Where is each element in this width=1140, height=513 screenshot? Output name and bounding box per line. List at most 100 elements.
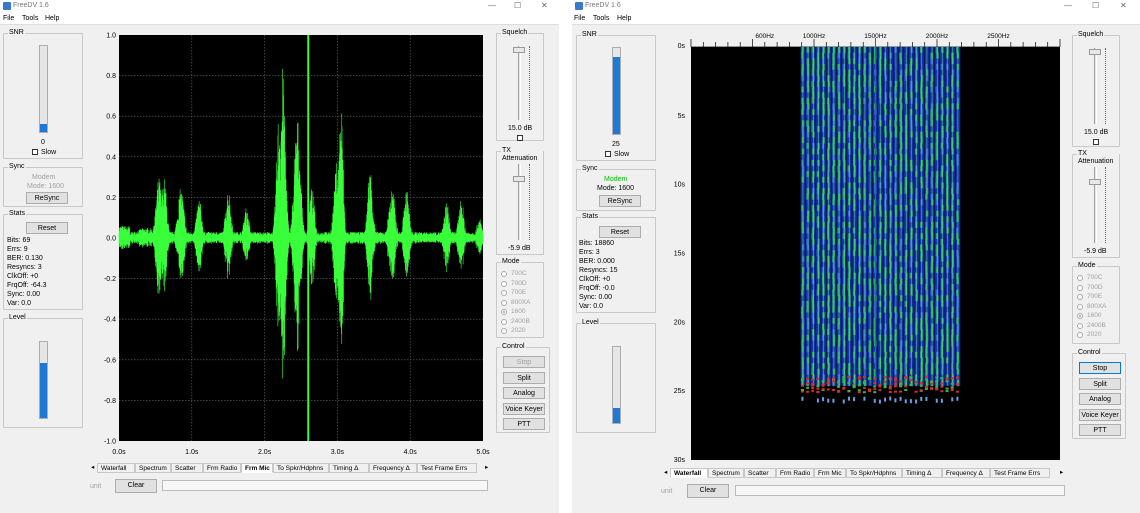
squelch-checkbox[interactable] xyxy=(1093,139,1099,145)
carrier-cell xyxy=(920,114,923,121)
snr-slow-checkbox[interactable] xyxy=(605,151,611,157)
text-entry-field[interactable] xyxy=(162,480,488,491)
menu-tools[interactable]: Tools xyxy=(593,15,609,22)
minimize-icon[interactable]: — xyxy=(1064,1,1072,10)
resync-button[interactable]: ReSync xyxy=(26,192,68,204)
carrier-cell xyxy=(821,52,825,59)
stop-button[interactable]: Stop xyxy=(1079,362,1121,374)
clear-button[interactable]: Clear xyxy=(115,479,157,493)
text-entry-field[interactable] xyxy=(735,485,1065,496)
tab-scatter[interactable]: Scatter xyxy=(171,463,203,473)
tab-waterfall[interactable]: Waterfall xyxy=(670,468,708,478)
tab-scroll-right-icon[interactable]: ▸ xyxy=(482,463,492,473)
tab-to-spkr-hdphns[interactable]: To Spkr/Hdphns xyxy=(273,463,329,473)
carrier-cell xyxy=(842,114,845,121)
mode-radio-700c[interactable] xyxy=(1077,275,1083,281)
tab-timing[interactable]: Timing Δ xyxy=(329,463,369,473)
squelch-group: Squelch 15.0 dB xyxy=(496,29,544,141)
voice-keyer-button[interactable]: Voice Keyer xyxy=(503,402,545,415)
tx-atten-slider[interactable] xyxy=(1089,179,1101,185)
maximize-icon[interactable]: ☐ xyxy=(514,1,521,10)
carrier-cell xyxy=(894,306,897,313)
resync-button[interactable]: ReSync xyxy=(599,195,641,207)
tab-frequency[interactable]: Frequency Δ xyxy=(942,468,990,478)
tab-frm-mic[interactable]: Frm Mic xyxy=(814,468,846,478)
mode-radio-2020[interactable] xyxy=(501,328,507,334)
clear-button[interactable]: Clear xyxy=(687,484,729,498)
menu-tools[interactable]: Tools xyxy=(22,15,38,22)
mode-radio-800xa[interactable] xyxy=(501,299,507,306)
tab-spectrum[interactable]: Spectrum xyxy=(708,468,744,478)
analog-button[interactable]: Analog xyxy=(503,387,545,399)
carrier-cell xyxy=(904,52,907,59)
mode-radio-700e[interactable] xyxy=(1077,294,1083,300)
menu-file[interactable]: File xyxy=(3,15,14,22)
carrier-cell xyxy=(806,284,809,291)
carrier-cell xyxy=(925,182,928,189)
carrier-cell xyxy=(811,47,815,54)
analog-button[interactable]: Analog xyxy=(1079,393,1121,405)
stop-button[interactable]: Stop xyxy=(503,356,545,368)
carrier-cell xyxy=(951,52,954,59)
mode-radio-700c[interactable] xyxy=(501,271,507,277)
split-button[interactable]: Split xyxy=(1079,377,1121,390)
carrier-cell xyxy=(868,255,871,262)
carrier-cell xyxy=(832,176,835,183)
snr-slow-checkbox[interactable] xyxy=(32,149,38,155)
tab-spectrum[interactable]: Spectrum xyxy=(135,463,171,473)
squelch-slider[interactable] xyxy=(1089,49,1101,55)
carrier-cell xyxy=(852,52,856,59)
tab-waterfall[interactable]: Waterfall xyxy=(97,463,135,473)
carrier-cell xyxy=(811,357,815,364)
minimize-icon[interactable]: — xyxy=(488,1,496,10)
mode-radio-700e[interactable] xyxy=(501,290,507,296)
menu-help[interactable]: Help xyxy=(45,15,59,22)
tab-test-frame-errs[interactable]: Test Frame Errs xyxy=(417,463,477,473)
mode-radio-1600[interactable] xyxy=(501,309,507,315)
mode-label-700d: 700D xyxy=(511,279,527,287)
carrier-cell xyxy=(821,114,825,121)
mode-radio-700d[interactable] xyxy=(501,280,507,287)
edge-fleck xyxy=(893,377,897,380)
reset-button[interactable]: Reset xyxy=(26,222,68,234)
mode-radio-2020[interactable] xyxy=(1077,332,1083,338)
voice-keyer-button[interactable]: Voice Keyer xyxy=(1079,408,1121,421)
tab-frequency[interactable]: Frequency Δ xyxy=(369,463,417,473)
tab-test-frame-errs[interactable]: Test Frame Errs xyxy=(990,468,1050,478)
tab-scroll-left-icon[interactable]: ◂ xyxy=(88,463,98,473)
tab-frm-radio[interactable]: Frm Radio xyxy=(203,463,241,473)
carrier-cell xyxy=(951,312,954,319)
edge-fleck xyxy=(800,389,804,392)
menu-help[interactable]: Help xyxy=(617,15,631,22)
carrier-cell xyxy=(811,114,814,121)
mode-radio-1600[interactable] xyxy=(1077,313,1083,319)
edge-fleck xyxy=(919,384,923,387)
menu-file[interactable]: File xyxy=(574,15,585,22)
mode-radio-2400b[interactable] xyxy=(1077,322,1083,329)
mode-radio-700d[interactable] xyxy=(1077,284,1083,291)
split-button[interactable]: Split xyxy=(503,371,545,384)
maximize-icon[interactable]: ☐ xyxy=(1092,1,1099,10)
tab-scroll-left-icon[interactable]: ◂ xyxy=(661,468,671,478)
tab-frm-radio[interactable]: Frm Radio xyxy=(776,468,814,478)
tab-timing[interactable]: Timing Δ xyxy=(902,468,942,478)
mode-radio-800xa[interactable] xyxy=(1077,303,1083,310)
tab-to-spkr-hdphns[interactable]: To Spkr/Hdphns xyxy=(846,468,902,478)
stats-group: Stats Reset Bits: 69 Errs: 9 BER: 0.130 … xyxy=(3,210,83,310)
close-icon[interactable]: ✕ xyxy=(541,1,548,10)
carrier-cell xyxy=(837,210,841,217)
close-icon[interactable]: ✕ xyxy=(1120,1,1127,10)
ptt-button[interactable]: PTT xyxy=(1079,424,1121,436)
reset-button[interactable]: Reset xyxy=(599,226,641,238)
mode-radio-2400b[interactable] xyxy=(501,318,507,325)
tab-frm-mic[interactable]: Frm Mic xyxy=(241,463,273,473)
tab-scatter[interactable]: Scatter xyxy=(744,468,776,478)
ptt-button[interactable]: PTT xyxy=(503,418,545,430)
carrier-cell xyxy=(920,126,923,133)
carrier-cell xyxy=(935,176,939,183)
squelch-slider[interactable] xyxy=(513,47,525,53)
tx-atten-slider[interactable] xyxy=(513,176,525,182)
tab-scroll-right-icon[interactable]: ▸ xyxy=(1057,468,1067,478)
carrier-cell xyxy=(951,334,954,342)
squelch-checkbox[interactable] xyxy=(517,135,523,141)
